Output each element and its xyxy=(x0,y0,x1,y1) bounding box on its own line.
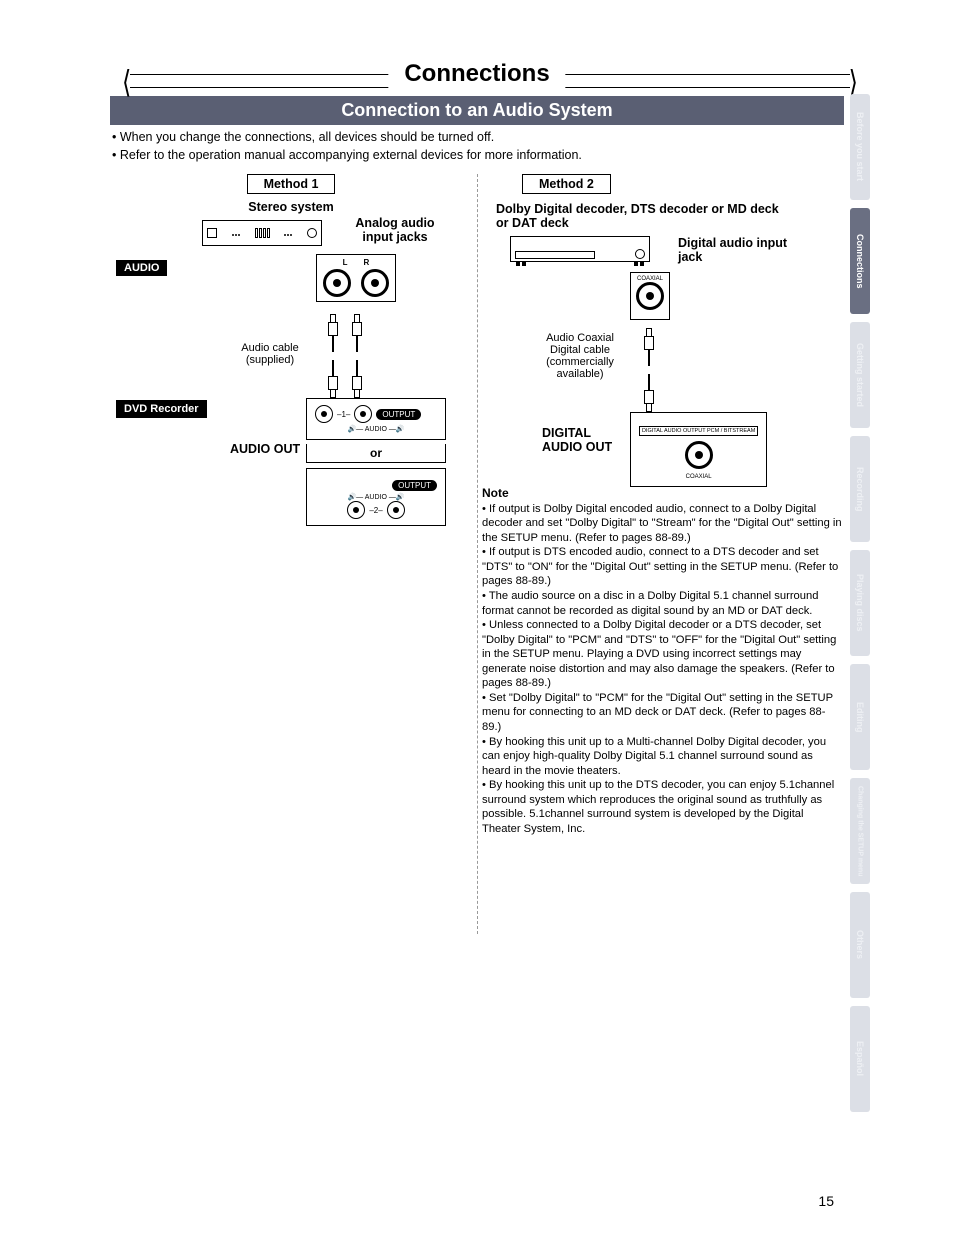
audio-pill: AUDIO xyxy=(116,260,167,276)
jack-l-label: L xyxy=(343,258,348,267)
amplifier-icon xyxy=(202,220,322,246)
rca-jack-icon xyxy=(323,269,351,297)
panel-audio-label: AUDIO xyxy=(365,494,387,501)
panel-audio-label: AUDIO xyxy=(365,426,387,433)
tab-playing-discs[interactable]: Playing discs xyxy=(850,550,870,656)
title-banner: ⟨ ⟩ Connections xyxy=(110,60,844,88)
analog-jacks-panel: LR xyxy=(316,254,396,302)
coax-jack-icon xyxy=(685,441,713,469)
rca-jack-icon xyxy=(354,405,372,423)
intro-line-1: • When you change the connections, all d… xyxy=(110,129,844,147)
tab-changing-setup[interactable]: Changing the SETUP menu xyxy=(850,778,870,884)
analog-input-label: Analog audio input jacks xyxy=(340,216,450,244)
note-title: Note xyxy=(482,486,844,502)
intro-line-2: • Refer to the operation manual accompan… xyxy=(110,147,844,165)
intro-notes: • When you change the connections, all d… xyxy=(110,129,844,164)
output-pill: OUTPUT xyxy=(392,480,437,491)
or-divider: or xyxy=(306,444,446,463)
tab-before-you-start[interactable]: Before you start xyxy=(850,94,870,200)
panel-num-1: 1 xyxy=(341,410,345,419)
method2-label: Method 2 xyxy=(522,174,611,194)
manual-page: ⟨ ⟩ Connections Connection to an Audio S… xyxy=(0,0,954,1235)
method1-column: Method 1 Stereo system Analog xyxy=(110,174,472,837)
audio-cable-label: Audio cable (supplied) xyxy=(220,342,320,366)
tab-espanol[interactable]: Español xyxy=(850,1006,870,1112)
tab-getting-started[interactable]: Getting started xyxy=(850,322,870,428)
rca-jack-icon xyxy=(347,501,365,519)
digital-out-panel: DIGITAL AUDIO OUTPUT PCM / BITSTREAM COA… xyxy=(630,412,767,487)
page-title: Connections xyxy=(388,60,565,88)
coaxial-label: COAXIAL xyxy=(639,474,758,480)
chevron-left-icon: ⟨ xyxy=(122,64,131,102)
jack-r-label: R xyxy=(364,258,370,267)
coax-plug-top xyxy=(644,328,654,366)
digital-audio-out-label: DIGITAL AUDIO OUT xyxy=(542,426,632,454)
digital-input-label: Digital audio input jack xyxy=(678,236,788,264)
decoder-label: Dolby Digital decoder, DTS decoder or MD… xyxy=(496,202,786,230)
method1-label: Method 1 xyxy=(247,174,336,194)
note-item: • By hooking this unit up to the DTS dec… xyxy=(482,778,844,836)
note-item: • The audio source on a disc in a Dolby … xyxy=(482,589,844,618)
coax-cable-label: Audio Coaxial Digital cable (commerciall… xyxy=(530,332,630,380)
note-item: • If output is Dolby Digital encoded aud… xyxy=(482,502,844,546)
coax-jack-icon xyxy=(636,282,664,310)
rca-jack-icon xyxy=(315,405,333,423)
output-panel-2: OUTPUT 🔊— AUDIO —🔊 –2– xyxy=(306,468,446,526)
rca-jack-icon xyxy=(387,501,405,519)
panel-num-2: 2 xyxy=(374,506,378,515)
note-section: Note • If output is Dolby Digital encode… xyxy=(482,486,844,837)
coax-jack-panel: COAXIAL xyxy=(630,272,670,320)
dvd-recorder-pill: DVD Recorder xyxy=(116,400,207,418)
tab-editing[interactable]: Editing xyxy=(850,664,870,770)
tab-connections[interactable]: Connections xyxy=(850,208,870,314)
output-panel-1: –1– OUTPUT 🔊— AUDIO —🔊 xyxy=(306,398,446,440)
cable-plugs-top xyxy=(328,314,362,352)
note-item: • If output is DTS encoded audio, connec… xyxy=(482,545,844,589)
stereo-system-label: Stereo system xyxy=(110,200,472,214)
audio-out-label: AUDIO OUT xyxy=(230,442,300,456)
tab-others[interactable]: Others xyxy=(850,892,870,998)
note-item: • By hooking this unit up to a Multi-cha… xyxy=(482,735,844,779)
output-pill: OUTPUT xyxy=(376,409,421,420)
tab-recording[interactable]: Recording xyxy=(850,436,870,542)
panel-header-label: DIGITAL AUDIO OUTPUT PCM / BITSTREAM xyxy=(639,426,758,436)
rca-jack-icon xyxy=(361,269,389,297)
method2-column: Method 2 Dolby Digital decoder, DTS deco… xyxy=(482,174,844,837)
deck-icon xyxy=(510,236,650,266)
cable-plugs-bottom xyxy=(328,360,362,398)
note-item: • Set "Dolby Digital" to "PCM" for the "… xyxy=(482,691,844,735)
coax-plug-bottom xyxy=(644,374,654,412)
column-divider xyxy=(477,174,478,934)
page-number: 15 xyxy=(818,1193,834,1209)
section-subtitle: Connection to an Audio System xyxy=(110,96,844,125)
side-tabs: Before you start Connections Getting sta… xyxy=(850,94,870,1112)
note-item: • Unless connected to a Dolby Digital de… xyxy=(482,618,844,691)
